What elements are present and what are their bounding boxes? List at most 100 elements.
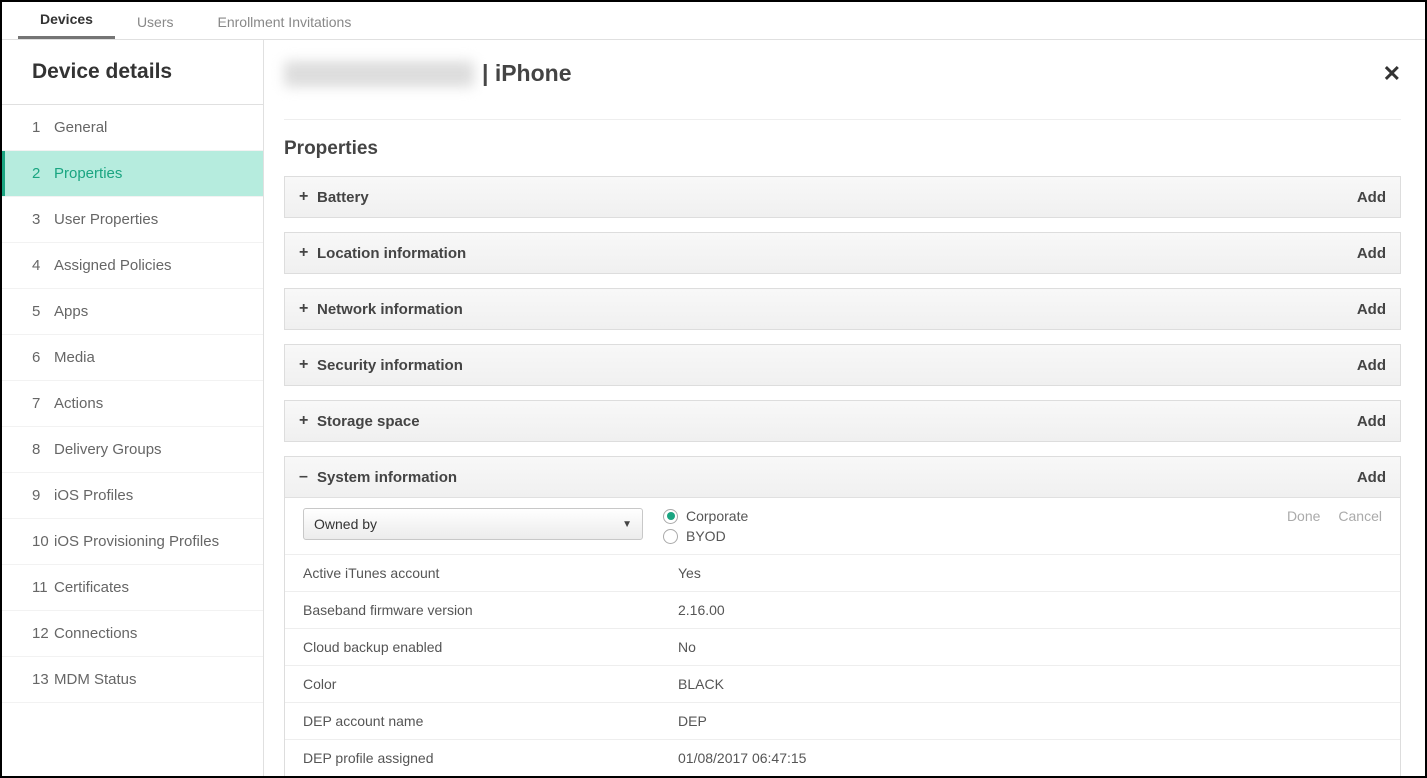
radio-icon xyxy=(663,529,678,544)
sidebar-item-number: 11 xyxy=(32,579,54,596)
property-row[interactable]: Baseband firmware version2.16.00 xyxy=(285,592,1400,629)
expand-icon: + xyxy=(299,412,317,430)
sidebar-item-number: 10 xyxy=(32,533,54,550)
accordion-header[interactable]: +Location information Add xyxy=(285,233,1400,273)
sidebar-item-label: Apps xyxy=(54,303,88,320)
expand-icon: + xyxy=(299,300,317,318)
sidebar-item-number: 6 xyxy=(32,349,54,366)
sidebar-item-certificates[interactable]: 11Certificates xyxy=(2,565,263,611)
sidebar-item-label: MDM Status xyxy=(54,671,137,688)
sidebar-item-label: Assigned Policies xyxy=(54,257,172,274)
accordion-header[interactable]: +Storage space Add xyxy=(285,401,1400,441)
accordion-title: Storage space xyxy=(317,413,420,430)
add-button[interactable]: Add xyxy=(1357,301,1386,318)
sidebar-item-label: iOS Provisioning Profiles xyxy=(54,533,219,550)
sidebar-item-mdm-status[interactable]: 13MDM Status xyxy=(2,657,263,703)
tab-enrollment-invitations[interactable]: Enrollment Invitations xyxy=(196,4,374,39)
chevron-down-icon: ▼ xyxy=(622,519,632,530)
sidebar-item-number: 5 xyxy=(32,303,54,320)
sidebar-item-label: Connections xyxy=(54,625,137,642)
owned-by-radio-group: Corporate BYOD xyxy=(663,508,1183,544)
property-value: 2.16.00 xyxy=(678,602,1382,618)
accordion-header[interactable]: +Security information Add xyxy=(285,345,1400,385)
sidebar-item-delivery-groups[interactable]: 8Delivery Groups xyxy=(2,427,263,473)
property-value: 01/08/2017 06:47:15 xyxy=(678,750,1382,766)
sidebar-item-label: iOS Profiles xyxy=(54,487,133,504)
expand-icon: + xyxy=(299,356,317,374)
accordion-header[interactable]: +Battery Add xyxy=(285,177,1400,217)
accordion-header[interactable]: –System informationAdd xyxy=(285,457,1400,497)
sidebar-item-number: 2 xyxy=(32,165,54,182)
sidebar-item-assigned-policies[interactable]: 4Assigned Policies xyxy=(2,243,263,289)
accordion-item-battery: +Battery Add xyxy=(284,176,1401,218)
accordion-title: Security information xyxy=(317,357,463,374)
property-value: No xyxy=(678,639,1382,655)
sidebar-item-label: User Properties xyxy=(54,211,158,228)
sidebar-item-label: Delivery Groups xyxy=(54,441,162,458)
sidebar-title: Device details xyxy=(2,40,263,105)
sidebar-item-number: 9 xyxy=(32,487,54,504)
sidebar-item-number: 3 xyxy=(32,211,54,228)
property-row[interactable]: DEP profile assigned01/08/2017 06:47:15 xyxy=(285,740,1400,776)
sidebar: Device details 1General2Properties3User … xyxy=(2,40,264,776)
cancel-button[interactable]: Cancel xyxy=(1338,508,1382,524)
sidebar-item-media[interactable]: 6Media xyxy=(2,335,263,381)
main-panel: | iPhone ✕ Properties +BatteryAdd+Locati… xyxy=(264,40,1425,776)
owned-by-dropdown[interactable]: Owned by▼ xyxy=(303,508,643,540)
property-row[interactable]: DEP account nameDEP xyxy=(285,703,1400,740)
sidebar-item-ios-profiles[interactable]: 9iOS Profiles xyxy=(2,473,263,519)
tab-devices[interactable]: Devices xyxy=(18,1,115,39)
expand-icon: + xyxy=(299,188,317,206)
accordion-header[interactable]: +Network information Add xyxy=(285,289,1400,329)
sidebar-item-actions[interactable]: 7Actions xyxy=(2,381,263,427)
radio-icon xyxy=(663,509,678,524)
add-button[interactable]: Add xyxy=(1357,413,1386,430)
device-identifier-redacted xyxy=(284,61,474,87)
sidebar-item-ios-provisioning-profiles[interactable]: 10iOS Provisioning Profiles xyxy=(2,519,263,565)
tab-users[interactable]: Users xyxy=(115,4,196,39)
sidebar-item-general[interactable]: 1General xyxy=(2,105,263,151)
add-button[interactable]: Add xyxy=(1357,469,1386,486)
accordion-title: Battery xyxy=(317,189,369,206)
accordion-title: Location information xyxy=(317,245,466,262)
radio-label: BYOD xyxy=(686,528,726,544)
property-label: DEP account name xyxy=(303,713,678,729)
property-value: BLACK xyxy=(678,676,1382,692)
radio-option-corporate[interactable]: Corporate xyxy=(663,508,1183,524)
accordion-title: Network information xyxy=(317,301,463,318)
property-label: Color xyxy=(303,676,678,692)
accordion-title: System information xyxy=(317,469,457,486)
radio-option-byod[interactable]: BYOD xyxy=(663,528,1183,544)
property-value: Yes xyxy=(678,565,1382,581)
sidebar-item-label: Properties xyxy=(54,165,122,182)
accordion-body: Owned by▼ Corporate BYOD Done Cancel Active i… xyxy=(285,497,1400,776)
sidebar-item-number: 13 xyxy=(32,671,54,688)
property-row[interactable]: ColorBLACK xyxy=(285,666,1400,703)
accordion-item-storage-space: +Storage space Add xyxy=(284,400,1401,442)
accordion-item-security-information: +Security information Add xyxy=(284,344,1401,386)
done-button[interactable]: Done xyxy=(1287,508,1320,524)
property-value: DEP xyxy=(678,713,1382,729)
add-button[interactable]: Add xyxy=(1357,189,1386,206)
sidebar-item-apps[interactable]: 5Apps xyxy=(2,289,263,335)
add-button[interactable]: Add xyxy=(1357,357,1386,374)
expand-icon: + xyxy=(299,244,317,262)
sidebar-item-properties[interactable]: 2Properties xyxy=(2,151,263,197)
top-tabs: DevicesUsersEnrollment Invitations xyxy=(2,2,1425,40)
sidebar-item-user-properties[interactable]: 3User Properties xyxy=(2,197,263,243)
owned-by-edit-row: Owned by▼ Corporate BYOD Done Cancel xyxy=(285,498,1400,555)
property-row[interactable]: Cloud backup enabledNo xyxy=(285,629,1400,666)
property-row[interactable]: Active iTunes accountYes xyxy=(285,555,1400,592)
sidebar-item-connections[interactable]: 12Connections xyxy=(2,611,263,657)
sidebar-item-number: 4 xyxy=(32,257,54,274)
accordion-item-system-information: –System informationAddOwned by▼Corporate… xyxy=(284,456,1401,776)
close-icon[interactable]: ✕ xyxy=(1383,61,1401,87)
sidebar-item-label: Actions xyxy=(54,395,103,412)
sidebar-item-label: Media xyxy=(54,349,95,366)
sidebar-item-label: Certificates xyxy=(54,579,129,596)
page-header: | iPhone ✕ xyxy=(284,60,1401,120)
radio-label: Corporate xyxy=(686,508,748,524)
add-button[interactable]: Add xyxy=(1357,245,1386,262)
sidebar-item-number: 7 xyxy=(32,395,54,412)
property-label: Cloud backup enabled xyxy=(303,639,678,655)
